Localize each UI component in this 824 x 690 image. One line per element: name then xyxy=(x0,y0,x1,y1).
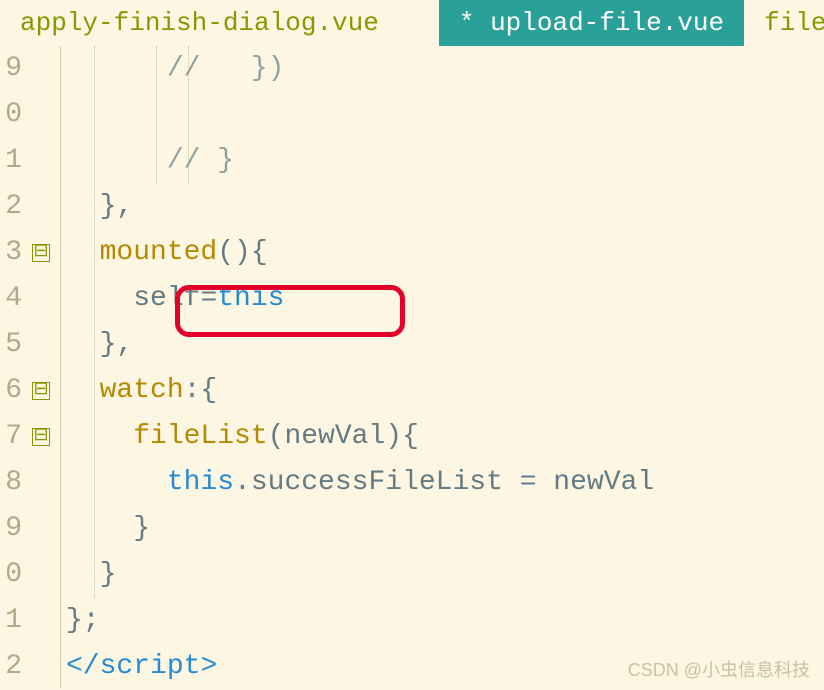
line-number: 0 xyxy=(0,92,22,138)
watermark-text: CSDN @小虫信息科技 xyxy=(628,656,810,682)
op-token: = xyxy=(200,283,217,314)
line-number: 1 xyxy=(0,138,22,184)
code-editor[interactable]: 9 0 1 2 3 4 5 6 7 8 9 0 1 2 ⊟ ⊟ ⊟ // xyxy=(0,46,824,688)
fold-gutter: ⊟ ⊟ ⊟ xyxy=(22,46,60,688)
tab-file-js[interactable]: file.js xyxy=(744,0,824,46)
code-token: .successFileList = newVal xyxy=(234,467,654,498)
code-line[interactable]: // }) xyxy=(66,46,824,92)
code-line[interactable]: }, xyxy=(66,322,824,368)
code-line[interactable] xyxy=(66,92,824,138)
line-number: 8 xyxy=(0,460,22,506)
punct-token: } xyxy=(133,513,150,544)
method-token: mounted xyxy=(100,237,218,268)
line-number: 2 xyxy=(0,184,22,230)
tag-token: </ xyxy=(66,651,100,682)
code-line[interactable]: // } xyxy=(66,138,824,184)
punct-token: }; xyxy=(66,605,100,636)
code-line[interactable]: }; xyxy=(66,598,824,644)
line-number: 0 xyxy=(0,552,22,598)
punct-token: :{ xyxy=(184,375,218,406)
line-number: 1 xyxy=(0,598,22,644)
tab-apply-finish[interactable]: apply-finish-dialog.vue xyxy=(0,0,399,46)
code-line[interactable]: watch:{ xyxy=(66,368,824,414)
line-number-gutter: 9 0 1 2 3 4 5 6 7 8 9 0 1 2 xyxy=(0,46,22,688)
code-line[interactable]: mounted(){ xyxy=(66,230,824,276)
punct-token: (newVal){ xyxy=(268,421,419,452)
line-number: 6 xyxy=(0,368,22,414)
line-number: 2 xyxy=(0,644,22,690)
punct-token: (){ xyxy=(217,237,267,268)
code-line[interactable]: this.successFileList = newVal xyxy=(66,460,824,506)
fold-toggle-icon[interactable]: ⊟ xyxy=(32,382,50,400)
line-number: 3 xyxy=(0,230,22,276)
line-number: 9 xyxy=(0,46,22,92)
punct-token: }, xyxy=(100,191,134,222)
tab-upload-file[interactable]: * upload-file.vue xyxy=(439,0,744,46)
tag-token: script xyxy=(100,651,201,682)
tab-bar: apply-finish-dialog.vue * upload-file.vu… xyxy=(0,0,824,46)
property-token: watch xyxy=(100,375,184,406)
this-token: this xyxy=(167,467,234,498)
code-line[interactable]: fileList(newVal){ xyxy=(66,414,824,460)
code-line[interactable]: }, xyxy=(66,184,824,230)
fold-toggle-icon[interactable]: ⊟ xyxy=(32,244,50,262)
ident-token: self xyxy=(133,283,200,314)
punct-token: } xyxy=(100,559,117,590)
code-line[interactable]: } xyxy=(66,506,824,552)
this-token: this xyxy=(217,283,284,314)
punct-token: }, xyxy=(100,329,134,360)
fold-toggle-icon[interactable]: ⊟ xyxy=(32,428,50,446)
comment-token: // } xyxy=(167,145,234,176)
code-line[interactable]: } xyxy=(66,552,824,598)
code-line[interactable]: self=this xyxy=(66,276,824,322)
line-number: 5 xyxy=(0,322,22,368)
tag-token: > xyxy=(200,651,217,682)
comment-token: // }) xyxy=(167,53,285,84)
line-number: 4 xyxy=(0,276,22,322)
code-area[interactable]: // }) // } }, mounted(){ self=this }, wa… xyxy=(60,46,824,688)
line-number: 7 xyxy=(0,414,22,460)
line-number: 9 xyxy=(0,506,22,552)
method-token: fileList xyxy=(133,421,267,452)
